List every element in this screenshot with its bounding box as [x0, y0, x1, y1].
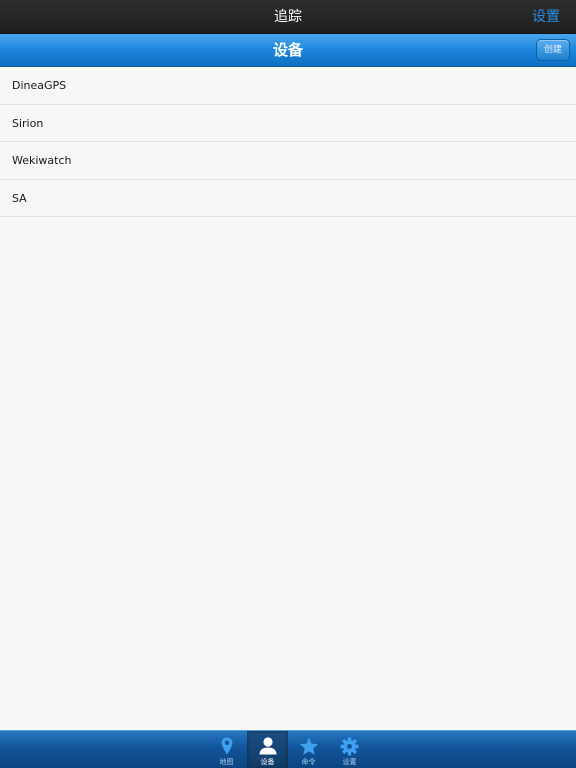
tab-map[interactable]: 地图: [206, 731, 247, 768]
page-title: 设备: [272, 41, 303, 59]
bottom-tab-bar: 地图 设备 命令 设置: [0, 730, 576, 768]
person-icon: [247, 736, 288, 756]
tab-group: 地图 设备 命令 设置: [206, 731, 370, 768]
settings-link[interactable]: 设置: [532, 0, 560, 34]
top-status-bar: 追踪 设置: [0, 0, 576, 34]
list-item[interactable]: DineaGPS: [0, 67, 576, 105]
tab-settings[interactable]: 设置: [329, 731, 370, 768]
tab-label: 设置: [342, 758, 357, 766]
gear-icon: [329, 736, 370, 756]
app-title: 追踪: [274, 9, 302, 25]
list-item[interactable]: Wekiwatch: [0, 142, 576, 180]
create-button[interactable]: 创建: [536, 39, 570, 61]
device-list: DineaGPS Sirion Wekiwatch SA: [0, 67, 576, 217]
tab-label: 命令: [301, 758, 316, 766]
star-icon: [288, 736, 329, 756]
list-item[interactable]: Sirion: [0, 104, 576, 142]
tab-label: 设备: [260, 758, 275, 766]
tab-devices[interactable]: 设备: [247, 731, 288, 768]
tab-label: 地图: [219, 758, 234, 766]
list-item[interactable]: SA: [0, 179, 576, 217]
tab-commands[interactable]: 命令: [288, 731, 329, 768]
navigation-bar: 设备 创建: [0, 34, 576, 67]
map-pin-icon: [206, 736, 247, 756]
app-window: 追踪 设置 设备 创建 DineaGPS Sirion Wekiwatch SA…: [0, 0, 576, 768]
